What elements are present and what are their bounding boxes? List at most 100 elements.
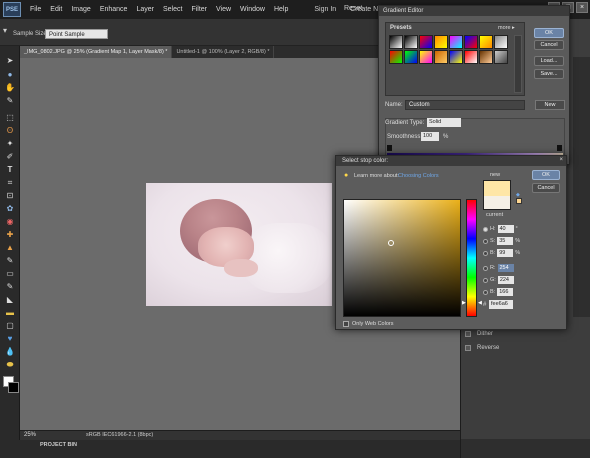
magic-wand-tool-icon[interactable]: ✦	[4, 139, 16, 149]
only-web-colors-checkbox[interactable]	[343, 321, 349, 327]
sample-size-select[interactable]: Point Sample	[45, 29, 108, 39]
menu-help[interactable]: Help	[274, 6, 288, 13]
color-field[interactable]	[343, 199, 461, 317]
gradient-preset-swatch[interactable]	[479, 50, 493, 64]
blue-input[interactable]: 166	[497, 288, 514, 296]
gradient-preset-swatch[interactable]	[419, 35, 433, 49]
red-radio[interactable]	[483, 265, 488, 271]
brightness-input[interactable]: 99	[497, 249, 514, 257]
hue-radio[interactable]	[483, 226, 488, 232]
gradient-tool-icon[interactable]: ▬	[4, 308, 16, 318]
menu-edit[interactable]: Edit	[50, 6, 62, 13]
custom-shape-tool-icon[interactable]: ♥	[4, 334, 16, 344]
hue-slider-arrow-right[interactable]: ◀	[478, 300, 482, 306]
saturation-radio[interactable]	[483, 238, 488, 244]
gradient-preset-swatch[interactable]	[434, 50, 448, 64]
hue-slider[interactable]	[466, 199, 477, 317]
lasso-tool-icon[interactable]: ʘ	[4, 126, 16, 136]
quick-selection-tool-icon[interactable]: ✐	[4, 152, 16, 162]
gradient-cancel-button[interactable]: Cancel	[534, 40, 564, 50]
green-radio[interactable]	[483, 277, 488, 283]
gradient-preset-swatch[interactable]	[434, 35, 448, 49]
menu-enhance[interactable]: Enhance	[100, 6, 128, 13]
tab-untitled-1[interactable]: Untitled-1 @ 100% (Layer 2, RGB/8) *	[172, 46, 275, 58]
menu-select[interactable]: Select	[163, 6, 182, 13]
brightness-radio[interactable]	[483, 250, 488, 256]
crop-tool-icon[interactable]: ⌗	[4, 178, 16, 188]
tab-img-0802[interactable]: _IMG_0802.JPG @ 25% (Gradient Map 1, Lay…	[20, 46, 173, 58]
hue-input[interactable]: 40	[497, 225, 514, 233]
presets-scrollbar[interactable]	[514, 35, 522, 93]
saturation-input[interactable]: 35	[497, 237, 514, 245]
close-icon[interactable]: ×	[559, 157, 563, 163]
smart-brush-tool-icon[interactable]: ✎	[4, 282, 16, 292]
gradient-preset-swatch[interactable]	[464, 50, 478, 64]
eraser-tool-icon[interactable]: ▭	[4, 269, 16, 279]
spot-healing-tool-icon[interactable]: ✚	[4, 230, 16, 240]
reverse-option[interactable]: Reverse	[465, 345, 499, 351]
color-ok-button[interactable]: OK	[532, 170, 560, 180]
gradient-preset-swatch[interactable]	[464, 35, 478, 49]
zoom-level[interactable]: 25%	[24, 432, 36, 438]
background-color-swatch[interactable]	[8, 382, 19, 393]
shape-tool-icon[interactable]: ▢	[4, 321, 16, 331]
red-eye-tool-icon[interactable]: ◉	[4, 217, 16, 227]
marquee-tool-icon[interactable]: ⬚	[4, 113, 16, 123]
hue-slider-arrow-left[interactable]: ▶	[462, 300, 466, 306]
paint-bucket-tool-icon[interactable]: ◣	[4, 295, 16, 305]
sign-in-link[interactable]: Sign In	[314, 6, 336, 13]
menu-window[interactable]: Window	[240, 6, 265, 13]
gradient-preset-swatch[interactable]	[494, 50, 508, 64]
project-bin-label[interactable]: PROJECT BIN	[40, 442, 77, 448]
eyedropper-tool-icon[interactable]: ✎	[4, 96, 16, 106]
gradient-preset-swatch[interactable]	[389, 35, 403, 49]
move-tool-icon[interactable]: ➤	[4, 56, 16, 66]
clone-stamp-tool-icon[interactable]: ▲	[4, 243, 16, 253]
gradient-new-button[interactable]: New	[535, 100, 565, 110]
type-tool-icon[interactable]: T	[4, 165, 16, 175]
sponge-tool-icon[interactable]: ⬬	[4, 360, 16, 370]
gradient-preset-swatch[interactable]	[404, 35, 418, 49]
reset-panels-label[interactable]: Reset	[344, 5, 362, 12]
recompose-tool-icon[interactable]: ⊡	[4, 191, 16, 201]
smoothness-input[interactable]: 100	[421, 132, 439, 141]
zoom-tool-icon[interactable]: ●	[4, 70, 16, 80]
gradient-name-input[interactable]: Custom	[405, 100, 525, 110]
close-button[interactable]: ×	[576, 2, 588, 13]
presets-more-menu[interactable]: more ▸	[498, 25, 515, 31]
gradient-preset-swatch[interactable]	[419, 50, 433, 64]
gradient-preset-swatch[interactable]	[449, 35, 463, 49]
dither-checkbox[interactable]	[465, 331, 471, 337]
blue-radio[interactable]	[483, 289, 488, 295]
current-color-swatch[interactable]	[483, 196, 511, 210]
color-cancel-button[interactable]: Cancel	[532, 183, 560, 193]
opacity-stop-left[interactable]	[387, 145, 392, 151]
red-input[interactable]: 254	[497, 264, 514, 272]
green-input[interactable]: 224	[497, 276, 514, 284]
menu-view[interactable]: View	[216, 6, 231, 13]
choosing-colors-link[interactable]: Choosing Colors	[398, 173, 439, 179]
brush-tool-icon[interactable]: ✎	[4, 256, 16, 266]
blur-tool-icon[interactable]: 💧	[4, 347, 16, 357]
menu-layer[interactable]: Layer	[136, 6, 154, 13]
gradient-load-button[interactable]: Load...	[534, 56, 564, 66]
gradient-preset-swatch[interactable]	[449, 50, 463, 64]
gradient-preset-swatch[interactable]	[479, 35, 493, 49]
dither-option[interactable]: Dither	[465, 331, 493, 337]
hex-input[interactable]: fee6a6	[489, 300, 513, 309]
menu-filter[interactable]: Filter	[191, 6, 207, 13]
web-safe-swatch[interactable]	[516, 198, 522, 204]
gradient-preset-swatch[interactable]	[494, 35, 508, 49]
gradient-type-select[interactable]: Solid	[427, 118, 461, 127]
gradient-save-button[interactable]: Save...	[534, 69, 564, 79]
hand-tool-icon[interactable]: ✋	[4, 83, 16, 93]
gradient-preset-swatch[interactable]	[389, 50, 403, 64]
only-web-colors-option[interactable]: Only Web Colors	[343, 321, 393, 327]
color-field-marker[interactable]	[388, 240, 394, 246]
gradient-ok-button[interactable]: OK	[534, 28, 564, 38]
menu-image[interactable]: Image	[71, 6, 90, 13]
gradient-preset-swatch[interactable]	[404, 50, 418, 64]
reverse-checkbox[interactable]	[465, 345, 471, 351]
opacity-stop-right[interactable]	[557, 145, 562, 151]
menu-file[interactable]: File	[30, 6, 41, 13]
